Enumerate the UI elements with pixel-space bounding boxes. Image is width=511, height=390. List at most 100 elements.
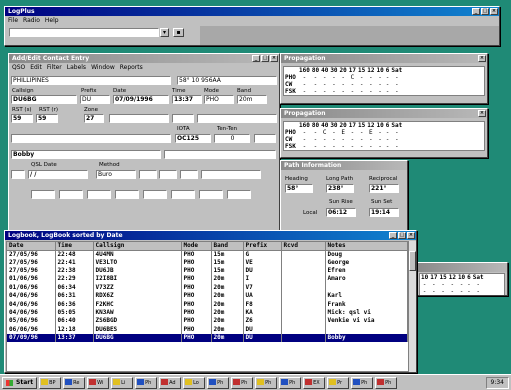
taskbar-task-button[interactable]: BP bbox=[39, 376, 62, 389]
close-button[interactable]: × bbox=[407, 232, 415, 239]
award-select-8[interactable] bbox=[227, 190, 251, 199]
award-select-2[interactable] bbox=[59, 190, 83, 199]
name-input[interactable]: Bobby bbox=[11, 150, 161, 159]
propagation-right-title-bar[interactable] bbox=[417, 263, 507, 272]
taskbar-task-button[interactable]: Re bbox=[63, 376, 86, 389]
qrp-select[interactable] bbox=[159, 170, 177, 179]
table-row[interactable]: 04/06/96 06:31 RDX6Z PHO 20m UA Karl bbox=[7, 292, 408, 301]
time-input[interactable]: 13:37 bbox=[172, 95, 202, 104]
county-input[interactable] bbox=[197, 114, 277, 123]
toolbar-combo[interactable] bbox=[9, 28, 159, 37]
qsl-date-input[interactable]: / / bbox=[28, 170, 88, 179]
maximize-button[interactable]: □ bbox=[481, 8, 489, 15]
iota-input[interactable]: OC125 bbox=[175, 134, 211, 143]
close-button[interactable]: × bbox=[270, 55, 278, 62]
satellite-select[interactable] bbox=[201, 170, 261, 179]
dxcc-select[interactable] bbox=[139, 170, 157, 179]
qso-entry-title-bar[interactable]: Add/Edit Contact Entry _ □ × bbox=[9, 54, 279, 63]
table-row[interactable]: 01/06/96 22:29 I2I8BI PHO 20m I Amaro bbox=[7, 275, 408, 284]
award-select-4[interactable] bbox=[115, 190, 139, 199]
taskbar-task-button[interactable]: Ph bbox=[207, 376, 230, 389]
mode-select[interactable]: PHO bbox=[204, 95, 234, 104]
ten-ten-input[interactable]: 0 bbox=[214, 134, 250, 143]
column-header-band[interactable]: Band bbox=[211, 242, 244, 251]
taskbar-task-button[interactable]: Ph bbox=[375, 376, 398, 389]
qsl-sent-input[interactable] bbox=[11, 170, 25, 179]
yl-select[interactable] bbox=[180, 170, 198, 179]
extra-input[interactable] bbox=[254, 134, 276, 143]
logbook-scrollbar[interactable] bbox=[408, 241, 416, 372]
menu-filter[interactable]: Filter bbox=[47, 63, 62, 72]
callsign-input[interactable]: DU6BG bbox=[11, 95, 77, 104]
award-select-6[interactable] bbox=[171, 190, 195, 199]
qth-input[interactable] bbox=[164, 150, 276, 159]
menu-window[interactable]: Window bbox=[91, 63, 115, 72]
rst-sent-input[interactable]: 59 bbox=[11, 114, 33, 123]
award-select-7[interactable] bbox=[199, 190, 223, 199]
taskbar-task-button[interactable]: Pr bbox=[327, 376, 350, 389]
minimize-button[interactable]: _ bbox=[389, 232, 397, 239]
menu-labels[interactable]: Labels bbox=[67, 63, 86, 72]
taskbar-task-button[interactable]: Wi bbox=[87, 376, 110, 389]
menu-qso[interactable]: QSO bbox=[12, 63, 25, 72]
taskbar-task-button[interactable]: Ph bbox=[279, 376, 302, 389]
award-select-1[interactable] bbox=[31, 190, 55, 199]
taskbar-task-button[interactable]: Ad bbox=[159, 376, 182, 389]
menu-help[interactable]: Help bbox=[45, 16, 59, 25]
maximize-button[interactable]: □ bbox=[398, 232, 406, 239]
award-select-3[interactable] bbox=[87, 190, 111, 199]
table-row[interactable]: 27/05/96 22:48 4U4MN PHO 15m G Doug bbox=[7, 250, 408, 259]
propagation-title-bar[interactable]: Propagation × bbox=[281, 109, 487, 118]
taskbar-task-button[interactable]: Ph bbox=[351, 376, 374, 389]
taskbar-task-button[interactable]: Ph bbox=[255, 376, 278, 389]
rst-rcvd-input[interactable]: 59 bbox=[36, 114, 58, 123]
zone-input[interactable]: 27 bbox=[84, 114, 104, 123]
column-header-notes[interactable]: Notes bbox=[325, 242, 408, 251]
taskbar-task-button[interactable]: Lo bbox=[183, 376, 206, 389]
date-input[interactable]: 07/09/1996 bbox=[113, 95, 169, 104]
propagation-title-bar[interactable]: Propagation × bbox=[281, 54, 487, 63]
minimize-button[interactable]: _ bbox=[472, 8, 480, 15]
scroll-thumb[interactable] bbox=[409, 251, 416, 271]
qsl-via-input[interactable] bbox=[109, 114, 169, 123]
maximize-button[interactable]: □ bbox=[261, 55, 269, 62]
table-row[interactable]: 04/06/96 05:05 KN3AW PHO 20m KA Mick: qsl vi bbox=[7, 308, 408, 318]
close-button[interactable]: × bbox=[478, 55, 486, 62]
column-header-date[interactable]: Date bbox=[7, 242, 56, 251]
country-field[interactable]: PHILLIPINES bbox=[11, 76, 171, 85]
close-button[interactable]: × bbox=[490, 8, 498, 15]
table-row[interactable]: 05/06/96 06:40 ZS6BGD PHO 20m Z6 Venkie vi via bbox=[7, 317, 408, 326]
column-header-mode[interactable]: Mode bbox=[181, 242, 212, 251]
table-row[interactable]: 06/06/96 12:18 DU6BES PHO 20m DU bbox=[7, 325, 408, 335]
menu-file[interactable]: File bbox=[8, 16, 18, 25]
menu-radio[interactable]: Radio bbox=[23, 16, 40, 25]
band-select[interactable]: 20m bbox=[237, 95, 267, 104]
taskbar-task-button[interactable]: EX bbox=[303, 376, 326, 389]
prefix-input[interactable]: DU bbox=[80, 95, 110, 104]
app-title-bar[interactable]: LogPlus _ □ × bbox=[5, 7, 499, 16]
grid-input[interactable] bbox=[11, 134, 171, 143]
method-select[interactable]: Buro bbox=[96, 170, 136, 179]
location-field[interactable]: 58° 10 956AA bbox=[177, 76, 277, 85]
start-button[interactable]: Start bbox=[2, 376, 38, 389]
state-input[interactable] bbox=[172, 114, 194, 123]
table-row[interactable]: 04/06/96 06:36 F2KHC PHO 20m F8 Frank bbox=[7, 300, 408, 309]
award-select-5[interactable] bbox=[143, 190, 167, 199]
taskbar-task-button[interactable]: Li bbox=[111, 376, 134, 389]
table-row[interactable]: 27/05/96 22:41 VE3LTO PHO 15m VE George bbox=[7, 258, 408, 267]
path-info-title-bar[interactable]: Path Information bbox=[281, 161, 407, 170]
combo-arrow-button[interactable]: ▾ bbox=[160, 28, 169, 37]
logbook-title-bar[interactable]: Logbook, LogBook sorted by Date _ □ × bbox=[5, 231, 416, 240]
column-header-rcvd[interactable]: Rcvd bbox=[281, 242, 326, 251]
toolbar-button[interactable]: ▪ bbox=[173, 28, 184, 37]
taskbar-task-button[interactable]: Ph bbox=[135, 376, 158, 389]
table-row[interactable]: 07/09/96 13:37 DU6BG PHO 20m DU Bobby bbox=[7, 334, 408, 343]
close-button[interactable]: × bbox=[478, 110, 486, 117]
menu-reports[interactable]: Reports bbox=[120, 63, 143, 72]
table-row[interactable]: 01/06/96 06:34 V73ZZ PHO 20m V7 bbox=[7, 283, 408, 293]
column-header-time[interactable]: Time bbox=[55, 242, 94, 251]
table-row[interactable]: 27/05/96 22:38 DU6JB PHO 15m DU Efren bbox=[7, 266, 408, 276]
minimize-button[interactable]: _ bbox=[252, 55, 260, 62]
column-header-prefix[interactable]: Prefix bbox=[243, 242, 282, 251]
column-header-callsign[interactable]: Callsign bbox=[93, 242, 182, 251]
